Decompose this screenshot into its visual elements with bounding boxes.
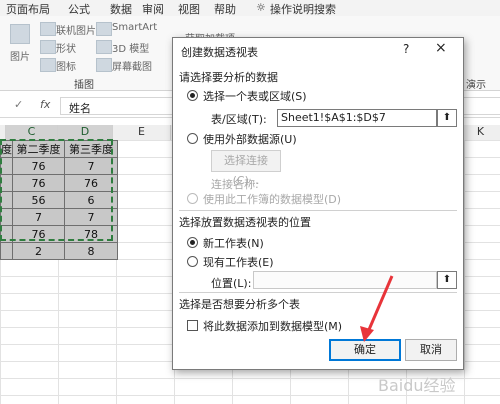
annotation-arrow: [360, 275, 394, 342]
annotation-arrow-head: [360, 326, 374, 342]
annotation-arrow-shaft: [366, 275, 394, 333]
watermark: Baidu经验: [378, 376, 456, 395]
